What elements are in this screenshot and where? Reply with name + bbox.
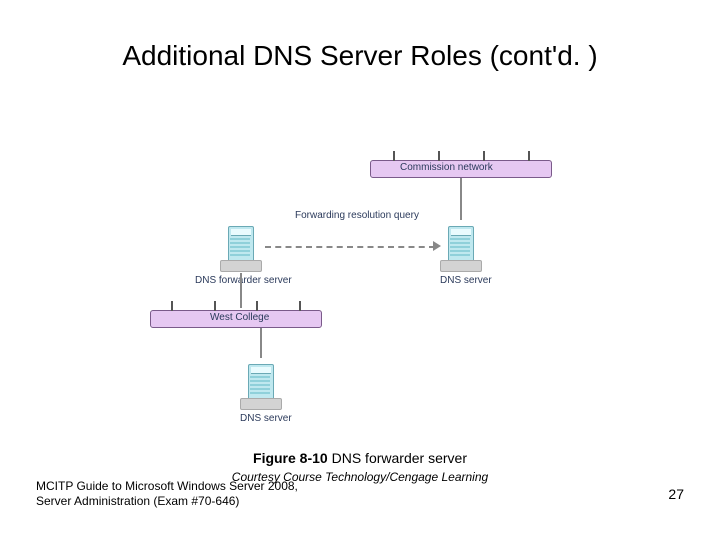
forwarding-arrow [265,246,435,248]
figure-title: DNS forwarder server [332,450,467,466]
dns-server-bottom-icon [240,358,280,410]
dns-server-right-icon [440,220,480,272]
connector-commission-to-dns [460,178,462,220]
dns-forwarder-server-icon [220,220,260,272]
forwarding-query-label: Forwarding resolution query [295,210,419,221]
footer-line-2: Server Administration (Exam #70-646) [36,494,298,510]
footer-citation: MCITP Guide to Microsoft Windows Server … [36,479,298,510]
dns-server-bottom-label: DNS server [240,413,292,424]
dns-server-right-label: DNS server [440,275,492,286]
forwarding-arrowhead-icon [433,241,441,251]
dns-forwarder-diagram: Commission network DNS server DNS forwar… [110,140,610,440]
connector-westcollege-to-dns [260,328,262,358]
commission-network-label: Commission network [400,162,493,173]
west-college-label: West College [210,312,269,323]
slide-title: Additional DNS Server Roles (cont'd. ) [0,40,720,72]
dns-forwarder-server-label: DNS forwarder server [195,275,292,286]
figure-number: Figure 8-10 [253,450,332,466]
page-number: 27 [668,486,684,502]
figure-caption: Figure 8-10 DNS forwarder server [0,450,720,466]
footer-line-1: MCITP Guide to Microsoft Windows Server … [36,479,298,495]
